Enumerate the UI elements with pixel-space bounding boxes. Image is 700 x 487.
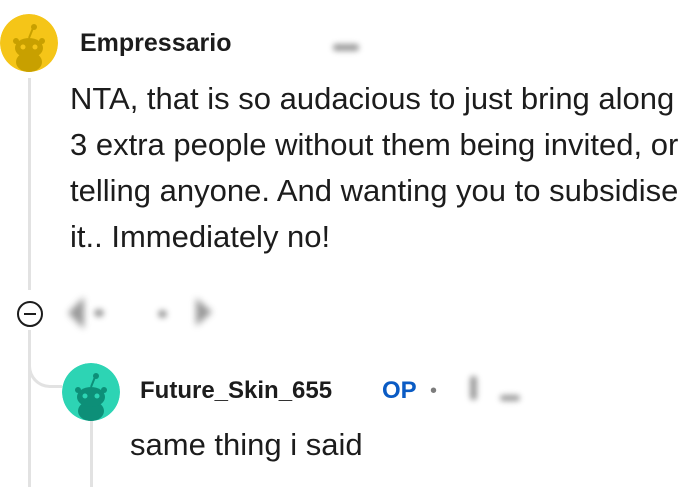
- redacted-reply-timestamp: [470, 376, 477, 400]
- thread-branch-connector: [28, 340, 62, 388]
- snoo-avatar-icon: [62, 363, 120, 421]
- comment-thread: Empressario NTA, that is so audacious to…: [0, 0, 700, 487]
- downvote-arrow-icon[interactable]: [196, 298, 212, 326]
- avatar[interactable]: [0, 14, 58, 72]
- redacted-timestamp: [333, 44, 359, 51]
- reply-author[interactable]: Future_Skin_655: [140, 377, 332, 405]
- separator-dot: •: [430, 380, 438, 402]
- reply-avatar[interactable]: [62, 363, 120, 421]
- redacted-vote-count-2: [158, 310, 167, 318]
- comment-author[interactable]: Empressario: [80, 29, 231, 58]
- upvote-arrow-icon[interactable]: [68, 297, 84, 329]
- collapse-minus-icon[interactable]: [17, 301, 43, 327]
- thread-line-reply[interactable]: [90, 420, 93, 487]
- reply-body: same thing i said: [130, 427, 363, 462]
- snoo-avatar-icon: [0, 14, 58, 72]
- comment-body: NTA, that is so audacious to just bring …: [70, 81, 679, 254]
- thread-line-main[interactable]: [28, 78, 31, 290]
- op-badge: OP: [382, 377, 417, 404]
- redacted-vote-count: [94, 309, 104, 317]
- redacted-reply-timestamp-2: [500, 395, 520, 401]
